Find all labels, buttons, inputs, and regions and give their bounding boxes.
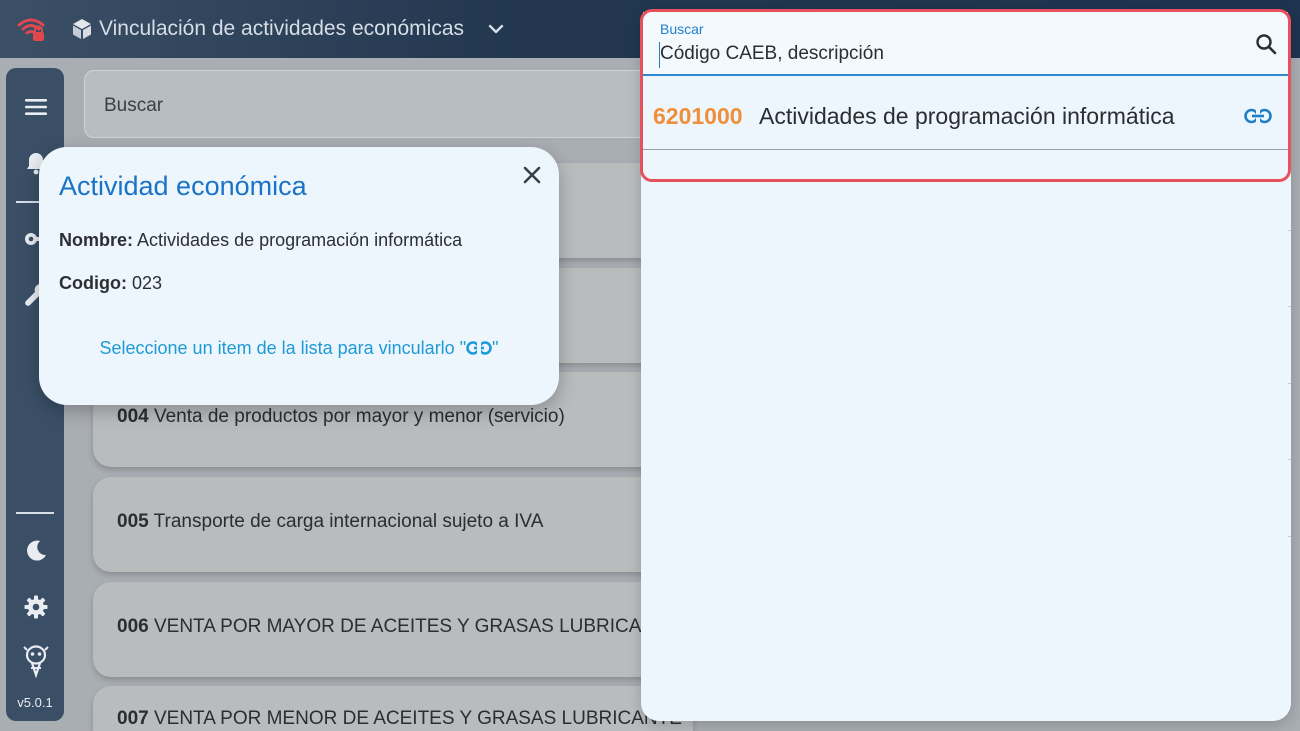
list-item-label: Venta de productos por mayor y menor (se… xyxy=(153,406,565,427)
cube-icon xyxy=(73,19,91,39)
list-item-label: Transporte de carga internacional sujeto… xyxy=(153,511,544,532)
panel-edge-tick xyxy=(1288,306,1291,307)
modal-hint-close: " xyxy=(492,338,499,358)
panel-edge-tick xyxy=(1288,459,1291,460)
version-label: v5.0.1 xyxy=(17,695,53,710)
moon-icon[interactable] xyxy=(23,538,49,564)
app-title[interactable]: Vinculación de actividades económicas xyxy=(99,17,464,41)
modal-code-label: Codigo: xyxy=(59,273,127,293)
list-item-code: 005 xyxy=(117,511,149,532)
list-item-code: 004 xyxy=(117,406,149,427)
list-item-label: VENTA POR MENOR DE ACEITES Y GRASAS LUBR… xyxy=(153,708,682,729)
panel-edge-tick xyxy=(1288,230,1291,231)
close-icon[interactable] xyxy=(519,162,545,188)
main-search-placeholder: Buscar xyxy=(104,95,164,116)
panel-search-field[interactable]: Buscar Código CAEB, descripción xyxy=(643,12,1288,76)
modal-title: Actividad económica xyxy=(59,171,307,201)
modal-name-label: Nombre: xyxy=(59,230,134,250)
panel-search-label: Buscar xyxy=(660,21,704,37)
list-item-code: 006 xyxy=(117,616,149,637)
menu-icon[interactable] xyxy=(23,94,49,120)
mascot-logo-icon xyxy=(23,645,49,678)
modal-hint: Seleccione un item de la lista para vinc… xyxy=(39,338,559,359)
list-item[interactable]: 006 VENTA POR MAYOR DE ACEITES Y GRASAS … xyxy=(93,582,693,677)
panel-search-input[interactable]: Código CAEB, descripción xyxy=(660,43,884,65)
search-result-item[interactable]: 6201000 Actividades de programación info… xyxy=(643,80,1288,150)
list-item[interactable]: 007 VENTA POR MENOR DE ACEITES Y GRASAS … xyxy=(93,686,693,731)
panel-edge-tick xyxy=(1288,383,1291,384)
search-icon[interactable] xyxy=(1254,32,1278,56)
modal-hint-text: Seleccione un item de la lista para vinc… xyxy=(99,338,467,358)
gear-icon[interactable] xyxy=(23,594,49,620)
modal-code-value: 023 xyxy=(132,273,163,293)
list-item[interactable]: 005 Transporte de carga internacional su… xyxy=(93,477,693,572)
main-search-input[interactable]: Buscar xyxy=(84,70,684,138)
modal-code-row: Codigo: 023 xyxy=(59,273,162,294)
activity-detail-modal: Actividad económica Nombre: Actividades … xyxy=(39,147,559,405)
modal-name-value: Actividades de programación informática xyxy=(137,230,463,250)
link-icon xyxy=(466,341,492,355)
list-item-label: VENTA POR MAYOR DE ACEITES Y GRASAS LUBR… xyxy=(153,616,667,637)
modal-name-row: Nombre: Actividades de programación info… xyxy=(59,230,462,251)
sidebar-divider xyxy=(16,512,54,514)
wifi-warning-icon[interactable] xyxy=(16,15,46,43)
panel-edge-tick xyxy=(1288,536,1291,537)
result-description: Actividades de programación informática xyxy=(759,103,1175,129)
link-icon[interactable] xyxy=(1244,108,1272,124)
result-code: 6201000 xyxy=(653,103,743,129)
chevron-down-icon[interactable] xyxy=(487,20,505,38)
list-item-code: 007 xyxy=(117,708,149,729)
